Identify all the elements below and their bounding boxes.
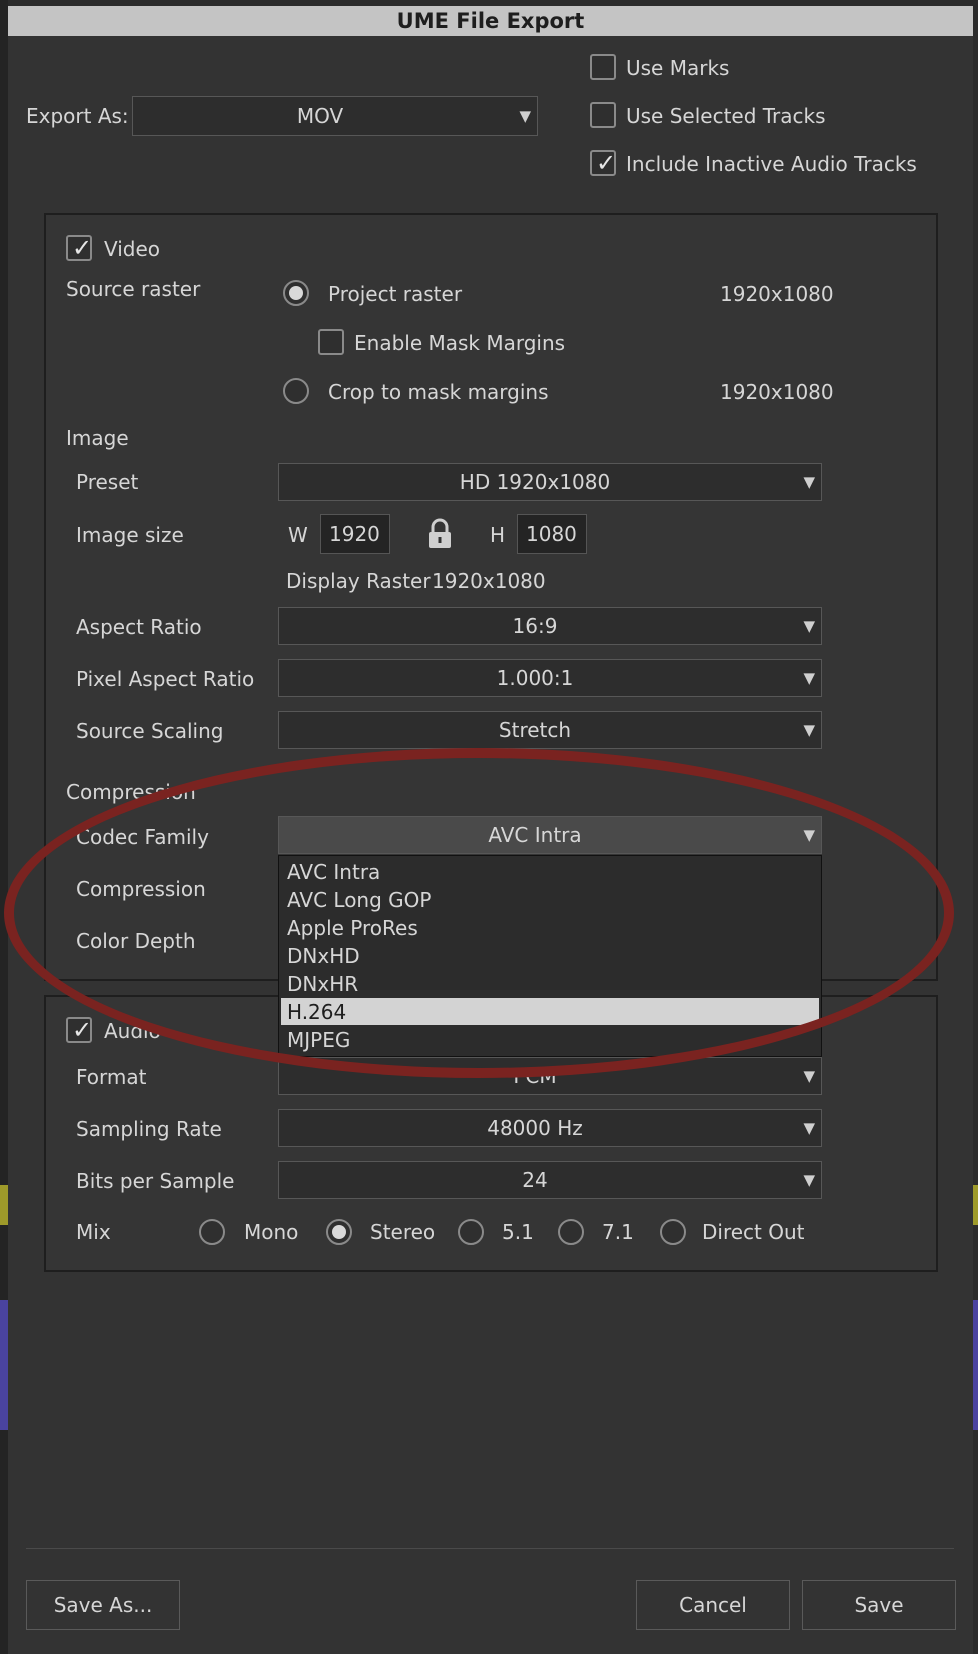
save-as-button[interactable]: Save As... — [26, 1580, 180, 1630]
mix-radio-7-1[interactable] — [558, 1219, 584, 1245]
mix-radio-5-1[interactable] — [458, 1219, 484, 1245]
mix-radio-mono[interactable] — [199, 1219, 225, 1245]
sampling-rate-value: 48000 Hz — [487, 1116, 583, 1140]
bits-per-sample-label: Bits per Sample — [76, 1169, 235, 1193]
project-raster-value: 1920x1080 — [720, 282, 834, 306]
aspect-ratio-value: 16:9 — [512, 614, 558, 638]
codec-option-dnxhd[interactable]: DNxHD — [281, 942, 819, 969]
codec-family-label: Codec Family — [76, 825, 209, 849]
format-label: Format — [76, 1065, 147, 1089]
display-raster-value: 1920x1080 — [432, 569, 546, 593]
export-as-value: MOV — [296, 104, 344, 128]
checkmark-icon: ✓ — [72, 1016, 93, 1044]
project-raster-label[interactable]: Project raster — [328, 284, 462, 304]
source-scaling-label: Source Scaling — [76, 719, 224, 743]
image-size-label: Image size — [76, 523, 184, 547]
export-as-dropdown[interactable]: MOV ▼ — [132, 96, 538, 136]
codec-option-dnxhr[interactable]: DNxHR — [281, 970, 819, 997]
format-dropdown[interactable]: PCM ▼ — [278, 1057, 822, 1095]
crop-to-mask-label[interactable]: Crop to mask margins — [328, 382, 549, 402]
chevron-down-icon: ▼ — [803, 1119, 815, 1137]
dialog-title: UME File Export — [8, 6, 973, 36]
color-depth-label: Color Depth — [76, 929, 196, 953]
format-value: PCM — [513, 1064, 557, 1088]
chevron-down-icon: ▼ — [803, 1171, 815, 1189]
source-scaling-value: Stretch — [498, 718, 572, 742]
codec-family-value: AVC Intra — [488, 823, 582, 847]
enable-mask-margins-label[interactable]: Enable Mask Margins — [354, 333, 565, 353]
include-inactive-audio-label[interactable]: Include Inactive Audio Tracks — [626, 154, 917, 174]
sampling-rate-label: Sampling Rate — [76, 1117, 222, 1141]
cancel-button[interactable]: Cancel — [636, 1580, 790, 1630]
use-marks-label[interactable]: Use Marks — [626, 58, 729, 78]
codec-option-avc-intra[interactable]: AVC Intra — [281, 858, 819, 885]
source-raster-label: Source raster — [66, 277, 201, 301]
mix-label-mono[interactable]: Mono — [244, 1222, 298, 1242]
height-label: H — [490, 523, 506, 547]
bits-per-sample-value: 24 — [522, 1168, 548, 1192]
mix-radio-stereo[interactable] — [326, 1219, 352, 1245]
codec-option-h264[interactable]: H.264 — [281, 998, 819, 1025]
compression-label: Compression — [76, 877, 206, 901]
mix-radio-direct-out[interactable] — [660, 1219, 686, 1245]
mix-label-direct-out[interactable]: Direct Out — [702, 1222, 805, 1242]
codec-family-dropdown[interactable]: AVC Intra ▼ — [278, 816, 822, 854]
compression-section-heading: Compression — [66, 780, 196, 804]
chevron-down-icon: ▼ — [519, 107, 531, 125]
crop-to-mask-radio[interactable] — [283, 378, 309, 404]
chevron-down-icon: ▼ — [803, 721, 815, 739]
display-raster-label: Display Raster — [286, 569, 431, 593]
background-track-blue — [0, 1300, 8, 1430]
pixel-aspect-ratio-value: 1.000:1 — [496, 666, 574, 690]
bits-per-sample-dropdown[interactable]: 24 ▼ — [278, 1161, 822, 1199]
background-track-yellow — [0, 1185, 8, 1225]
width-label: W — [288, 523, 308, 547]
codec-option-mjpeg[interactable]: MJPEG — [281, 1026, 819, 1053]
preset-label: Preset — [76, 470, 139, 494]
project-raster-radio[interactable] — [283, 280, 309, 306]
audio-checkbox[interactable]: ✓ — [66, 1017, 92, 1043]
aspect-ratio-dropdown[interactable]: 16:9 ▼ — [278, 607, 822, 645]
codec-option-apple-prores[interactable]: Apple ProRes — [281, 914, 819, 941]
footer-divider — [26, 1548, 954, 1549]
enable-mask-margins-checkbox[interactable] — [318, 329, 344, 355]
height-input[interactable]: 1080 — [517, 514, 587, 554]
include-inactive-audio-checkbox[interactable]: ✓ — [590, 150, 616, 176]
chevron-down-icon: ▼ — [803, 669, 815, 687]
checkmark-icon: ✓ — [596, 149, 617, 177]
audio-label[interactable]: Audio — [104, 1021, 161, 1041]
chevron-down-icon: ▼ — [803, 473, 815, 491]
video-checkbox[interactable]: ✓ — [66, 235, 92, 261]
mix-label-stereo[interactable]: Stereo — [370, 1222, 435, 1242]
chevron-down-icon: ▼ — [803, 617, 815, 635]
use-marks-checkbox[interactable] — [590, 54, 616, 80]
chevron-down-icon: ▼ — [803, 826, 815, 844]
mix-label-5-1[interactable]: 5.1 — [502, 1222, 534, 1242]
video-label[interactable]: Video — [104, 239, 160, 259]
source-scaling-dropdown[interactable]: Stretch ▼ — [278, 711, 822, 749]
use-selected-tracks-label[interactable]: Use Selected Tracks — [626, 106, 826, 126]
preset-value: HD 1920x1080 — [459, 470, 611, 494]
pixel-aspect-ratio-label: Pixel Aspect Ratio — [76, 667, 255, 691]
checkmark-icon: ✓ — [72, 234, 93, 262]
codec-family-menu: AVC Intra AVC Long GOP Apple ProRes DNxH… — [278, 855, 822, 1057]
sampling-rate-dropdown[interactable]: 48000 Hz ▼ — [278, 1109, 822, 1147]
chevron-down-icon: ▼ — [803, 1067, 815, 1085]
preset-dropdown[interactable]: HD 1920x1080 ▼ — [278, 463, 822, 501]
use-selected-tracks-checkbox[interactable] — [590, 102, 616, 128]
codec-option-avc-long-gop[interactable]: AVC Long GOP — [281, 886, 819, 913]
aspect-ratio-label: Aspect Ratio — [76, 615, 202, 639]
image-section-heading: Image — [66, 426, 129, 450]
export-as-label: Export As: — [26, 104, 129, 128]
crop-to-mask-value: 1920x1080 — [720, 380, 834, 404]
mix-label: Mix — [76, 1220, 111, 1244]
mix-label-7-1[interactable]: 7.1 — [602, 1222, 634, 1242]
pixel-aspect-ratio-dropdown[interactable]: 1.000:1 ▼ — [278, 659, 822, 697]
save-button[interactable]: Save — [802, 1580, 956, 1630]
width-input[interactable]: 1920 — [320, 514, 390, 554]
lock-icon[interactable] — [426, 518, 454, 550]
